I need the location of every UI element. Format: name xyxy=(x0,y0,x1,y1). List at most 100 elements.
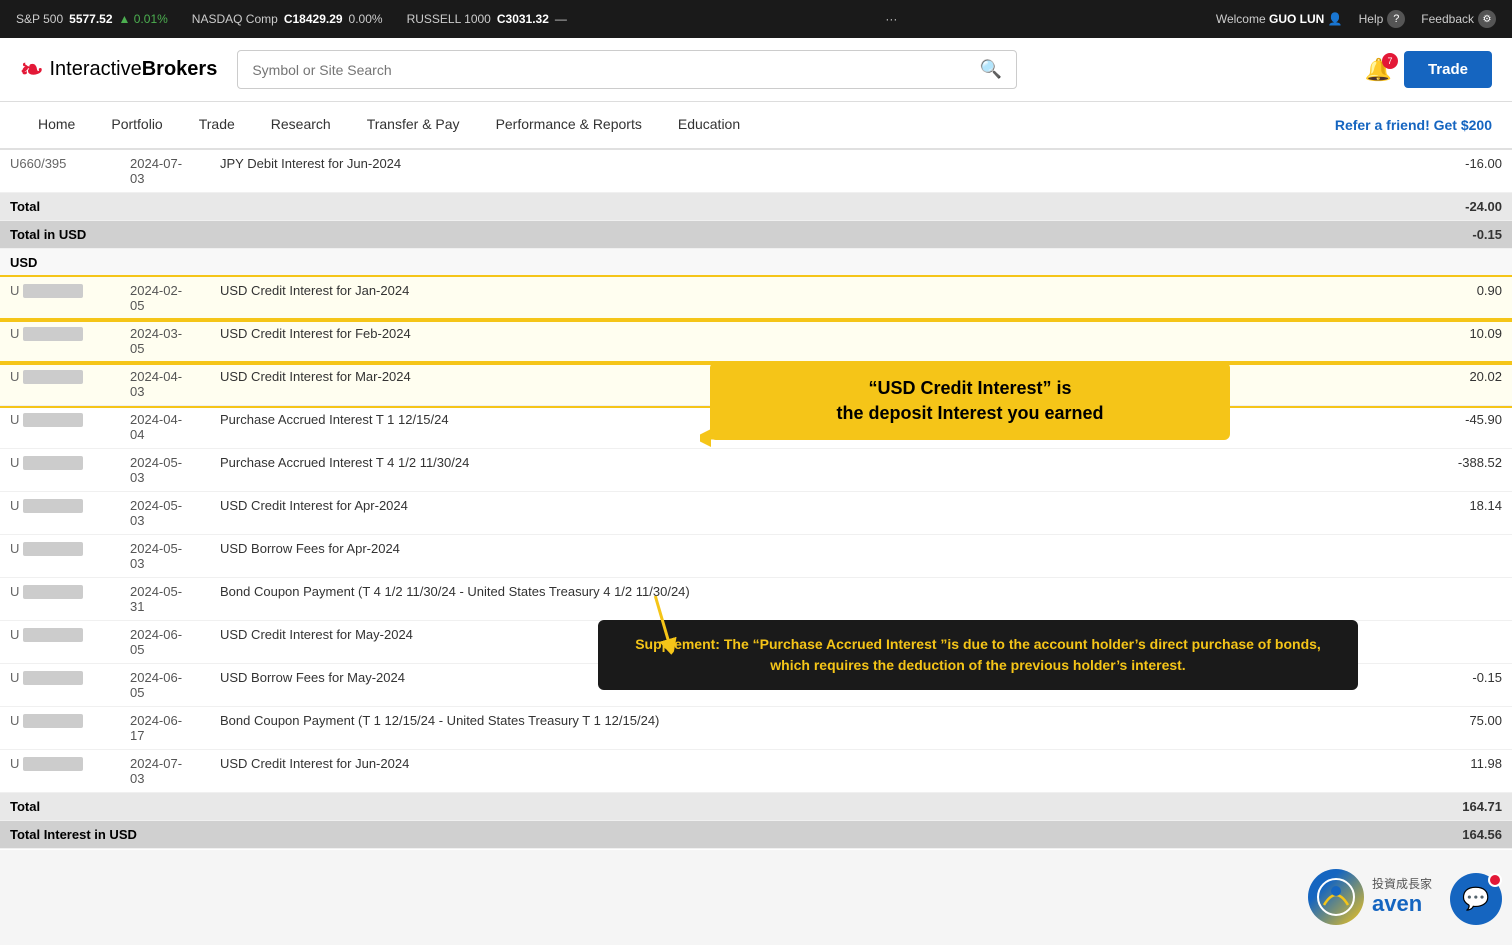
feedback-icon[interactable]: ⚙ xyxy=(1478,10,1496,28)
row-desc: Bond Coupon Payment (T 1 12/15/24 - Unit… xyxy=(210,707,1432,750)
total-row: Total -24.00 xyxy=(0,193,1512,221)
row-desc: USD Credit Interest for May-2024 xyxy=(210,621,1432,664)
ticker-sp500-label: S&P 500 xyxy=(16,12,63,26)
row-date: 2024-06-05 xyxy=(120,621,210,664)
row-desc: USD Credit Interest for Apr-2024 xyxy=(210,492,1432,535)
row-id: U xyxy=(0,750,120,793)
total-row-2: Total 164.71 xyxy=(0,793,1512,821)
row-date: 2024-04-04 xyxy=(120,406,210,449)
row-date: 2024-05-03 xyxy=(120,449,210,492)
ticker-bar: S&P 500 5577.52 ▲ 0.01% NASDAQ Comp C184… xyxy=(0,0,1512,38)
row-amount xyxy=(1432,535,1512,578)
ticker-nasdaq-label: NASDAQ Comp xyxy=(192,12,278,26)
table-row: U 2024-05-03 USD Borrow Fees for Apr-202… xyxy=(0,535,1512,578)
row-amount: -45.90 xyxy=(1432,406,1512,449)
ticker-more-dots[interactable]: ··· xyxy=(885,12,897,26)
table-row: U 2024-05-03 Purchase Accrued Interest T… xyxy=(0,449,1512,492)
table-row: U 2024-05-03 USD Credit Interest for Apr… xyxy=(0,492,1512,535)
table-row: U 2024-06-05 USD Credit Interest for May… xyxy=(0,621,1512,664)
header: ❧ InteractiveBrokers 🔍 🔔 7 Trade xyxy=(0,38,1512,102)
ticker-nasdaq-change: 0.00% xyxy=(349,12,383,26)
total-usd-row: Total in USD -0.15 xyxy=(0,221,1512,249)
row-amount: 18.14 xyxy=(1432,492,1512,535)
ticker-nasdaq-value: C18429.29 xyxy=(284,12,343,26)
total-interest-usd-label: Total Interest in USD xyxy=(0,821,1432,849)
nav-item-education[interactable]: Education xyxy=(660,102,758,148)
row-date: 2024-03-05 xyxy=(120,320,210,363)
total-usd-label: Total in USD xyxy=(0,221,1432,249)
ticker-russell: RUSSELL 1000 C3031.32 — xyxy=(407,12,567,26)
row-id: U660/395 xyxy=(0,150,120,193)
row-id: U xyxy=(0,492,120,535)
table-row: U 2024-04-04 Purchase Accrued Interest T… xyxy=(0,406,1512,449)
total-label: Total xyxy=(0,193,1432,221)
logo-text: InteractiveBrokers xyxy=(49,58,217,81)
row-desc: USD Borrow Fees for May-2024 xyxy=(210,664,1432,707)
total-label: Total xyxy=(0,793,1432,821)
row-amount: 11.98 xyxy=(1432,750,1512,793)
row-date: 2024-05-03 xyxy=(120,535,210,578)
row-id: U xyxy=(0,535,120,578)
row-desc: USD Credit Interest for Feb-2024 xyxy=(210,320,1432,363)
row-date: 2024-02-05 xyxy=(120,277,210,320)
search-bar[interactable]: 🔍 xyxy=(237,50,1017,89)
nav-item-research[interactable]: Research xyxy=(253,102,349,148)
ticker-russell-change: — xyxy=(555,12,567,26)
table-row: U660/395 2024-07-03 JPY Debit Interest f… xyxy=(0,150,1512,193)
interest-table: U660/395 2024-07-03 JPY Debit Interest f… xyxy=(0,150,1512,849)
row-amount: 75.00 xyxy=(1432,707,1512,750)
ticker-help[interactable]: Help ? xyxy=(1359,10,1406,28)
table-row: U 2024-06-17 Bond Coupon Payment (T 1 12… xyxy=(0,707,1512,750)
table-row: U 2024-04-03 USD Credit Interest for Mar… xyxy=(0,363,1512,406)
bottom-logo: 投資成長家 aven xyxy=(1308,869,1432,925)
ticker-username: GUO LUN xyxy=(1269,12,1324,26)
usd-section-header: USD xyxy=(0,249,1512,277)
row-amount: 0.90 xyxy=(1432,277,1512,320)
nav-item-performance[interactable]: Performance & Reports xyxy=(478,102,660,148)
logo[interactable]: ❧ InteractiveBrokers xyxy=(20,53,217,86)
total-interest-usd-amount: 164.56 xyxy=(1432,821,1512,849)
row-desc: USD Credit Interest for Mar-2024 xyxy=(210,363,1432,406)
total-amount: 164.71 xyxy=(1432,793,1512,821)
main-nav: Home Portfolio Trade Research Transfer &… xyxy=(0,102,1512,150)
nav-item-portfolio[interactable]: Portfolio xyxy=(93,102,180,148)
total-amount: -24.00 xyxy=(1432,193,1512,221)
row-desc: JPY Debit Interest for Jun-2024 xyxy=(210,150,1432,193)
nav-item-trade[interactable]: Trade xyxy=(181,102,253,148)
notification-bell-button[interactable]: 🔔 7 xyxy=(1365,57,1392,83)
ticker-sp500-change: ▲ 0.01% xyxy=(119,12,168,26)
row-date: 2024-07-03 xyxy=(120,150,210,193)
chat-icon: 💬 xyxy=(1462,886,1489,912)
row-amount: -16.00 xyxy=(1432,150,1512,193)
row-desc: USD Credit Interest for Jun-2024 xyxy=(210,750,1432,793)
row-id: U xyxy=(0,578,120,621)
row-id: U xyxy=(0,707,120,750)
main-content: U660/395 2024-07-03 JPY Debit Interest f… xyxy=(0,150,1512,850)
nav-item-transfer-pay[interactable]: Transfer & Pay xyxy=(349,102,478,148)
row-date: 2024-05-03 xyxy=(120,492,210,535)
row-date: 2024-06-05 xyxy=(120,664,210,707)
usd-label: USD xyxy=(0,249,1512,277)
row-id: U xyxy=(0,449,120,492)
chat-badge xyxy=(1488,873,1502,887)
search-icon[interactable]: 🔍 xyxy=(980,59,1002,80)
ticker-nasdaq: NASDAQ Comp C18429.29 0.00% xyxy=(192,12,383,26)
ticker-sp500-value: 5577.52 xyxy=(69,12,112,26)
row-date: 2024-07-03 xyxy=(120,750,210,793)
help-icon[interactable]: ? xyxy=(1387,10,1405,28)
row-id: U xyxy=(0,363,120,406)
nav-item-home[interactable]: Home xyxy=(20,102,93,148)
total-usd-amount: -0.15 xyxy=(1432,221,1512,249)
search-input[interactable] xyxy=(252,62,980,78)
nav-refer-friend[interactable]: Refer a friend! Get $200 xyxy=(1335,117,1492,133)
chat-button[interactable]: 💬 xyxy=(1450,873,1502,925)
header-right: 🔔 7 Trade xyxy=(1365,51,1492,88)
table-row: U 2024-03-05 USD Credit Interest for Feb… xyxy=(0,320,1512,363)
trade-button[interactable]: Trade xyxy=(1404,51,1492,88)
ticker-welcome: Welcome GUO LUN 👤 xyxy=(1216,12,1343,26)
ticker-feedback[interactable]: Feedback ⚙ xyxy=(1421,10,1496,28)
table-row: U 2024-07-03 USD Credit Interest for Jun… xyxy=(0,750,1512,793)
row-desc: Bond Coupon Payment (T 4 1/2 11/30/24 - … xyxy=(210,578,1432,621)
row-id: U xyxy=(0,277,120,320)
logo-icon: ❧ xyxy=(20,53,43,86)
